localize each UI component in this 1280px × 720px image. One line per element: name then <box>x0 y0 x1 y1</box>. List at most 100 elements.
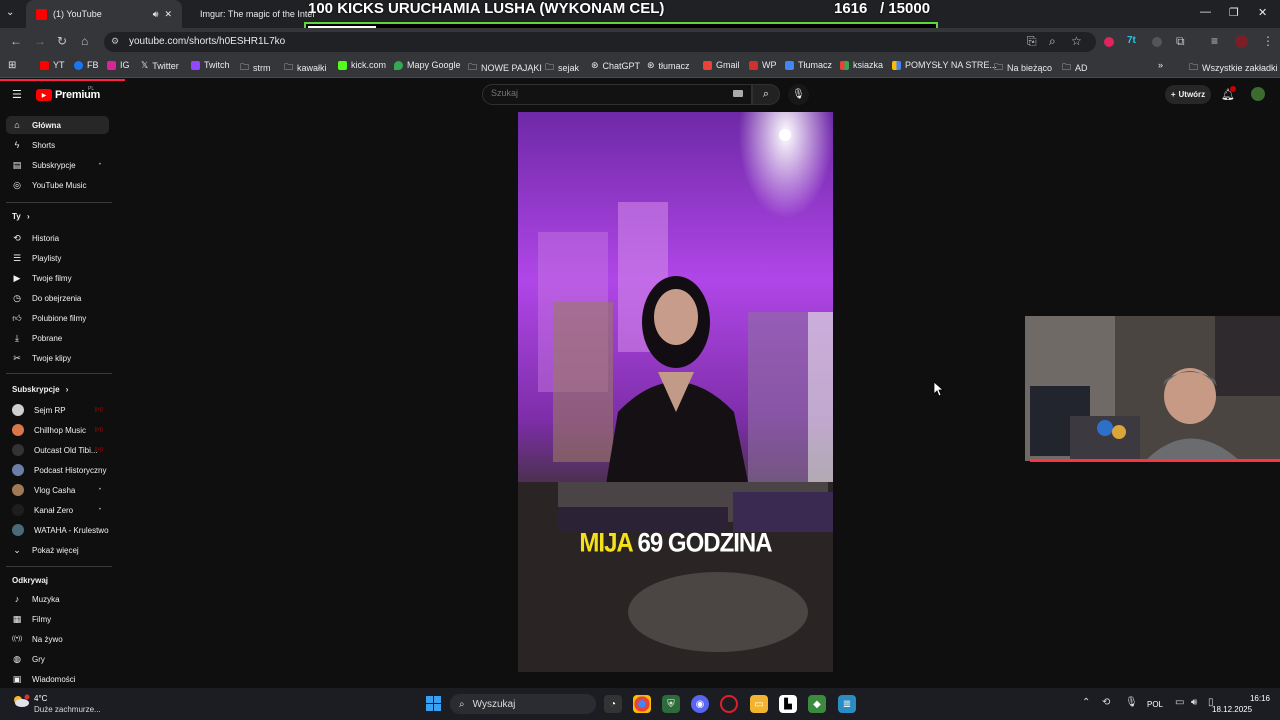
bookmark-strm[interactable]: 🗀 strm <box>240 60 271 76</box>
search-box[interactable] <box>482 84 752 105</box>
sidebar-item-twoje-klipy[interactable]: ✂ Twoje klipy <box>6 349 109 367</box>
weather-description[interactable]: Duże zachmurze... <box>34 705 101 714</box>
keyboard-language[interactable]: POL <box>1147 700 1163 709</box>
speaker-icon[interactable]: 🔊︎ <box>153 9 159 20</box>
menu-kebab-icon[interactable]: ⋮ <box>1262 34 1274 48</box>
short-video-player[interactable] <box>518 112 833 672</box>
sidebar-item-filmy[interactable]: ▦ Filmy <box>6 610 109 628</box>
taskbar-copilot-icon[interactable]: ◔ <box>604 695 622 713</box>
tray-mic-icon[interactable]: 🎙︎ <box>1125 697 1138 708</box>
home-button-icon[interactable]: ⌂ <box>81 34 88 48</box>
hamburger-menu-icon[interactable]: ☰ <box>12 88 22 101</box>
taskbar-search[interactable]: ⌕ Wyszukaj <box>450 694 596 714</box>
subscription-item[interactable]: Outcast Old Tibi... ((•)) <box>6 441 109 459</box>
section-you[interactable]: Ty › <box>12 212 30 221</box>
bookmark-twitter[interactable]: 𝕏 Twitter <box>141 60 179 71</box>
bookmark-na-biezaco[interactable]: 🗀 Na bieżąco <box>994 60 1052 76</box>
maximize-icon[interactable]: ❐ <box>1229 6 1239 19</box>
extensions-puzzle-icon[interactable]: ⧉ <box>1176 34 1185 49</box>
section-subscriptions[interactable]: Subskrypcje › <box>12 385 68 394</box>
all-bookmarks[interactable]: 🗀 Wszystkie zakładki <box>1189 60 1278 76</box>
subscription-item[interactable]: Kanał Zero • <box>6 501 109 519</box>
tab-imgur[interactable]: Imgur: The magic of the Inter <box>184 0 314 28</box>
reload-icon[interactable]: ↻ <box>57 34 67 48</box>
bookmark-sejak[interactable]: 🗀 sejak <box>545 60 579 76</box>
close-tab-icon[interactable]: ✕ <box>164 9 172 20</box>
back-icon[interactable]: ← <box>10 34 22 48</box>
weather-temperature[interactable]: 4°C <box>34 694 47 703</box>
record-extension-icon[interactable] <box>1104 37 1114 47</box>
bookmark-ksiazka[interactable]: ksiazka <box>840 60 883 70</box>
tray-volume-icon[interactable]: 🔊︎ <box>1191 697 1197 708</box>
taskbar-explorer-icon[interactable]: ▭ <box>750 695 768 713</box>
sidebar-item-główna[interactable]: ⌂ Główna <box>6 116 109 134</box>
taskbar-game-icon[interactable]: ◆ <box>808 695 826 713</box>
sidebar-item-muzyka[interactable]: ♪ Muzyka <box>6 590 109 608</box>
url-text[interactable]: youtube.com/shorts/h0ESHR1L7ko <box>129 36 285 47</box>
taskbar-shield-icon[interactable]: ⛨ <box>662 695 680 713</box>
subscription-item[interactable]: Chillhop Music ((•)) <box>6 421 109 439</box>
bookmark-tlumacz-google[interactable]: Tłumacz <box>785 60 832 70</box>
subscription-item[interactable]: Podcast Historyczny <box>6 461 109 479</box>
search-button[interactable]: ⌕ <box>752 84 780 105</box>
sidebar-item-do-obejrzenia[interactable]: ◷ Do obejrzenia <box>6 289 109 307</box>
clock-time[interactable]: 16:16 <box>1234 694 1270 703</box>
bookmark-yt[interactable]: YT <box>40 60 65 70</box>
tray-overflow-icon[interactable]: ⌃ <box>1082 697 1090 708</box>
bookmark-tlumacz[interactable]: ⊛ tłumacz <box>647 60 690 71</box>
taskbar-discord-icon[interactable]: ◉ <box>691 695 709 713</box>
create-button[interactable]: + Utwórz <box>1165 85 1211 104</box>
apps-grid-icon[interactable]: ⊞ <box>8 60 16 71</box>
bookmarks-overflow-icon[interactable]: » <box>1158 60 1163 70</box>
site-info-icon[interactable]: ⚙ <box>111 36 119 47</box>
sidebar-item-na-żywo[interactable]: ((•)) Na żywo <box>6 630 109 648</box>
sidebar-item-playlisty[interactable]: ☰ Playlisty <box>6 249 109 267</box>
windows-start-icon[interactable] <box>426 696 441 711</box>
bookmark-pomysly[interactable]: POMYSŁY NA STRE... <box>892 60 997 70</box>
sidebar-item-twoje-filmy[interactable]: ▶ Twoje filmy <box>6 269 109 287</box>
bookmark-ig[interactable]: IG <box>107 60 130 70</box>
taskbar-chrome-icon[interactable] <box>633 695 651 713</box>
sidebar-item-pobrane[interactable]: ⤓ Pobrane <box>6 329 109 347</box>
sidebar-item-gry[interactable]: ◍ Gry <box>6 650 109 668</box>
sidebar-item-youtube-music[interactable]: ◎ YouTube Music <box>6 176 109 194</box>
subscription-item[interactable]: WATAHA - Krulestwo <box>6 521 109 539</box>
sidebar-item-historia[interactable]: ⟲ Historia <box>6 229 109 247</box>
bookmark-wp[interactable]: WP <box>749 60 777 70</box>
install-app-icon[interactable]: ⎘ <box>1027 34 1037 49</box>
subscription-item[interactable]: Vlog Casha • <box>6 481 109 499</box>
forward-icon[interactable]: → <box>34 34 46 48</box>
extension-icon[interactable] <box>1152 37 1162 47</box>
tray-network-icon[interactable]: ▭ <box>1175 697 1184 708</box>
voice-search-button[interactable]: 🎙︎ <box>788 84 809 105</box>
taskbar-app-icon[interactable]: ▙ <box>779 695 797 713</box>
bookmark-ad[interactable]: 🗀 AD <box>1062 60 1088 76</box>
close-window-icon[interactable]: ✕ <box>1258 6 1267 19</box>
tab-search-icon[interactable]: ⌄ <box>6 7 14 18</box>
show-more-button[interactable]: ⌄ Pokaż więcej <box>6 541 109 559</box>
taskbar-opera-icon[interactable] <box>720 695 738 713</box>
sidebar-item-polubione-filmy[interactable]: 👍︎ Polubione filmy <box>6 309 109 327</box>
taskbar-notepad-icon[interactable]: ≣ <box>838 695 856 713</box>
profile-avatar[interactable] <box>1235 35 1248 48</box>
translate-extension-icon[interactable]: 7t <box>1127 35 1136 46</box>
sidebar-item-wiadomości[interactable]: ▣ Wiadomości <box>6 670 109 688</box>
account-avatar[interactable] <box>1251 87 1265 101</box>
sidebar-item-shorts[interactable]: ϟ Shorts <box>6 136 109 154</box>
bookmark-twitch[interactable]: Twitch <box>191 60 230 70</box>
tab-youtube[interactable]: (1) YouTube 🔊︎ ✕ <box>26 0 182 28</box>
bookmark-kawalki[interactable]: 🗀 kawałki <box>284 60 327 76</box>
zoom-icon[interactable]: ⌕ <box>1049 34 1056 49</box>
media-icon[interactable]: ≡ <box>1211 34 1218 48</box>
minimize-icon[interactable]: — <box>1200 6 1211 18</box>
bookmark-chatgpt[interactable]: ⊛ ChatGPT <box>591 60 640 71</box>
bookmark-star-icon[interactable]: ☆ <box>1071 34 1082 48</box>
search-input[interactable] <box>491 88 731 98</box>
keyboard-icon[interactable] <box>733 90 743 97</box>
clock-date[interactable]: 18.12.2025 <box>1212 705 1252 714</box>
subscription-item[interactable]: Sejm RP ((•)) <box>6 401 109 419</box>
sidebar-item-subskrypcje[interactable]: ▤ Subskrypcje • <box>6 156 109 174</box>
bookmark-fb[interactable]: FB <box>74 60 99 70</box>
bookmark-kick[interactable]: kick.com <box>338 60 386 70</box>
bookmark-gmail[interactable]: Gmail <box>703 60 740 70</box>
